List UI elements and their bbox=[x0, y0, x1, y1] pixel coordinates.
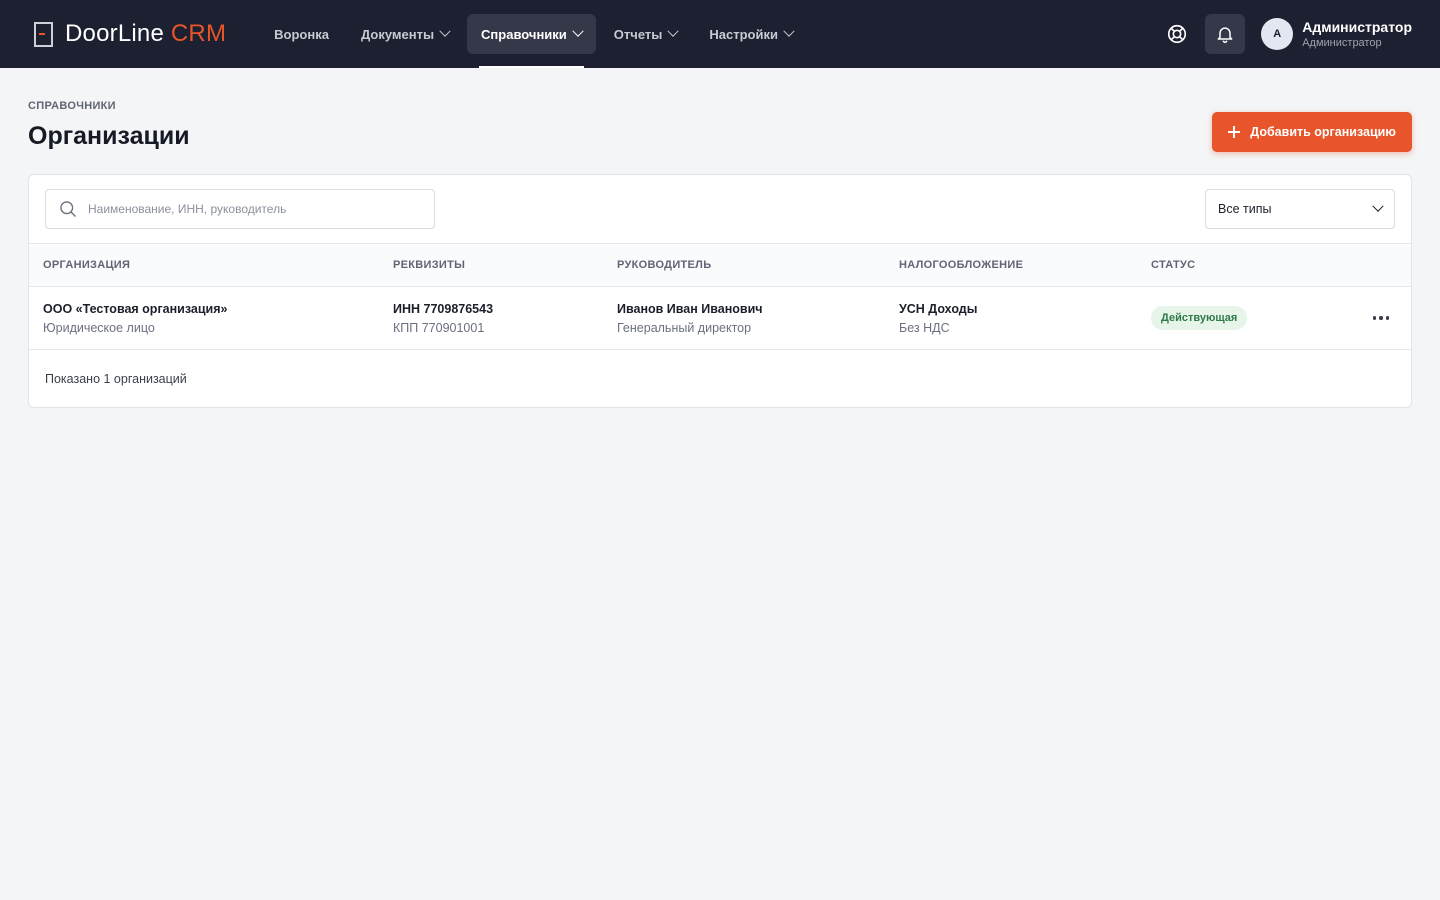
type-filter-value: Все типы bbox=[1218, 202, 1272, 216]
more-dot-icon bbox=[1385, 316, 1389, 320]
column-header-taxation: НАЛОГООБЛОЖЕНИЕ bbox=[885, 243, 1137, 287]
nav-item-label: Документы bbox=[360, 26, 435, 42]
head-name: Иванов Иван Иванович bbox=[617, 301, 763, 316]
topbar-actions: А Администратор Администратор bbox=[1157, 14, 1412, 54]
help-button[interactable] bbox=[1157, 14, 1197, 54]
organizations-table: ОРГАНИЗАЦИЯ РЕКВИЗИТЫ РУКОВОДИТЕЛЬ НАЛОГ… bbox=[29, 243, 1411, 350]
cell-head: Иванов Иван Иванович Генеральный директо… bbox=[603, 286, 885, 350]
column-header-requisites: РЕКВИЗИТЫ bbox=[379, 243, 603, 287]
table-row[interactable]: ООО «Тестовая организация» Юридическое л… bbox=[29, 286, 1411, 350]
page-header: СПРАВОЧНИКИ Организации Добавить организ… bbox=[28, 100, 1412, 174]
logo-accent-text: CRM bbox=[170, 20, 227, 47]
column-header-head: РУКОВОДИТЕЛЬ bbox=[603, 243, 885, 287]
breadcrumb[interactable]: СПРАВОЧНИКИ bbox=[28, 100, 1412, 112]
column-header-status: СТАТУС bbox=[1137, 243, 1337, 287]
table-header-row: ОРГАНИЗАЦИЯ РЕКВИЗИТЫ РУКОВОДИТЕЛЬ НАЛОГ… bbox=[29, 243, 1411, 287]
main-nav: Воронка Документы Справочники Отчеты Нас… bbox=[260, 0, 807, 68]
org-inn: ИНН 7709876543 bbox=[393, 301, 494, 316]
notifications-button[interactable] bbox=[1205, 14, 1246, 54]
filter-toolbar: Все типы bbox=[29, 175, 1411, 243]
org-type: Юридическое лицо bbox=[43, 320, 155, 335]
org-kpp: КПП 770901001 bbox=[393, 320, 485, 335]
vat-mode: Без НДС bbox=[899, 320, 950, 335]
logo-text: DoorLine CRM bbox=[65, 20, 226, 48]
bell-icon bbox=[1217, 27, 1233, 44]
app-logo[interactable]: DoorLine CRM bbox=[34, 20, 226, 48]
page-title: Организации bbox=[28, 122, 190, 150]
cell-status: Действующая bbox=[1137, 286, 1337, 350]
nav-item-documents[interactable]: Документы bbox=[347, 14, 463, 54]
avatar: А bbox=[1261, 18, 1294, 50]
chevron-down-icon bbox=[1372, 200, 1384, 212]
plus-icon bbox=[1228, 126, 1241, 138]
org-name[interactable]: ООО «Тестовая организация» bbox=[43, 302, 365, 316]
chevron-down-icon bbox=[783, 25, 795, 37]
nav-item-label: Справочники bbox=[481, 26, 567, 42]
search-box[interactable] bbox=[45, 189, 435, 229]
nav-item-label: Отчеты bbox=[613, 26, 663, 42]
status-badge: Действующая bbox=[1151, 306, 1248, 330]
add-organization-button[interactable]: Добавить организацию bbox=[1212, 112, 1412, 152]
top-navigation-bar: DoorLine CRM Воронка Документы Справочни… bbox=[0, 0, 1440, 68]
row-actions-button[interactable] bbox=[1351, 316, 1397, 320]
column-header-organization: ОРГАНИЗАЦИЯ bbox=[29, 243, 379, 287]
add-organization-label: Добавить организацию bbox=[1250, 125, 1396, 139]
nav-item-funnel[interactable]: Воронка bbox=[260, 14, 343, 54]
nav-item-label: Воронка bbox=[274, 26, 329, 42]
type-filter-select[interactable]: Все типы bbox=[1205, 189, 1395, 229]
chevron-down-icon bbox=[667, 25, 680, 37]
user-menu[interactable]: А Администратор Администратор bbox=[1261, 18, 1412, 50]
cell-requisites: ИНН 7709876543 КПП 770901001 bbox=[379, 286, 603, 350]
cell-taxation: УСН Доходы Без НДС bbox=[885, 286, 1137, 350]
more-dot-icon bbox=[1379, 316, 1383, 320]
search-input[interactable] bbox=[88, 202, 422, 216]
main-content: СПРАВОЧНИКИ Организации Добавить организ… bbox=[0, 68, 1440, 408]
user-role: Администратор bbox=[1302, 37, 1382, 49]
door-logo-icon bbox=[34, 21, 53, 47]
chevron-down-icon bbox=[439, 25, 451, 37]
nav-item-label: Настройки bbox=[709, 26, 778, 42]
logo-main-text: DoorLine bbox=[65, 20, 171, 47]
results-count: Показано 1 организаций bbox=[45, 372, 187, 386]
nav-item-settings[interactable]: Настройки bbox=[695, 14, 807, 54]
head-position: Генеральный директор bbox=[617, 320, 752, 335]
lifebuoy-icon bbox=[1168, 24, 1187, 44]
search-icon bbox=[60, 201, 76, 217]
cell-organization: ООО «Тестовая организация» Юридическое л… bbox=[29, 286, 379, 350]
cell-actions bbox=[1337, 286, 1411, 350]
nav-item-directories[interactable]: Справочники bbox=[467, 14, 596, 68]
column-header-actions bbox=[1337, 243, 1411, 287]
tax-mode: УСН Доходы bbox=[899, 301, 978, 316]
user-name: Администратор bbox=[1302, 19, 1412, 35]
organizations-card: Все типы ОРГАНИЗАЦИЯ РЕКВИЗИТЫ РУКОВОДИТ… bbox=[28, 174, 1412, 408]
nav-item-reports[interactable]: Отчеты bbox=[600, 14, 692, 54]
chevron-down-icon bbox=[572, 25, 584, 37]
more-dot-icon bbox=[1372, 316, 1376, 320]
